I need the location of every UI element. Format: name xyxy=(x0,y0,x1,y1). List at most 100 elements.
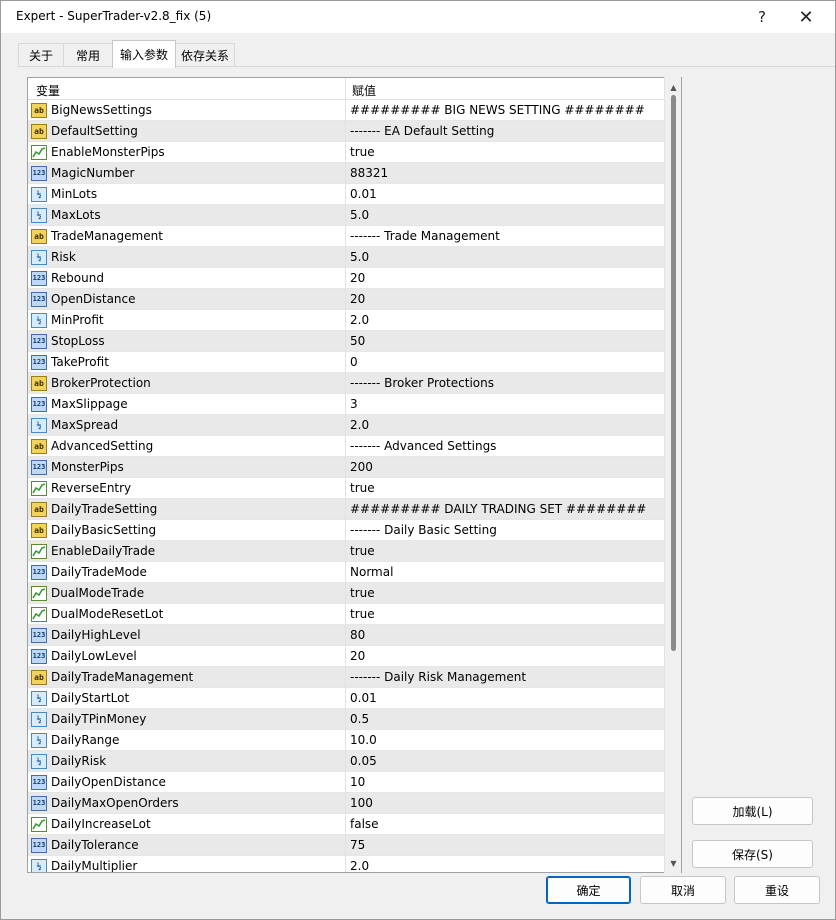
parameter-row[interactable]: ½ MaxSpread 2.0 xyxy=(28,415,665,436)
parameter-value[interactable]: 2.0 xyxy=(350,859,369,872)
parameter-row[interactable]: DualModeTrade true xyxy=(28,583,665,604)
parameter-value[interactable]: 0.01 xyxy=(350,691,377,705)
column-divider[interactable] xyxy=(345,78,346,100)
parameter-value[interactable]: ------- Trade Management xyxy=(350,229,500,243)
parameter-row[interactable]: 123 MagicNumber 88321 xyxy=(28,163,665,184)
parameter-value[interactable]: 5.0 xyxy=(350,250,369,264)
parameter-value[interactable]: 100 xyxy=(350,796,373,810)
tab-inputs[interactable]: 输入参数 xyxy=(112,40,176,68)
parameter-value[interactable]: ------- Broker Protections xyxy=(350,376,494,390)
parameter-value[interactable]: 20 xyxy=(350,292,365,306)
parameter-row[interactable]: ab AdvancedSetting ------- Advanced Settin… xyxy=(28,436,665,457)
parameter-row[interactable]: DailyIncreaseLot false xyxy=(28,814,665,835)
close-button[interactable]: ✕ xyxy=(783,1,829,33)
parameter-row[interactable]: ½ MaxLots 5.0 xyxy=(28,205,665,226)
parameter-row[interactable]: ½ MinProfit 2.0 xyxy=(28,310,665,331)
parameter-value[interactable]: true xyxy=(350,607,375,621)
parameter-row[interactable]: EnableDailyTrade true xyxy=(28,541,665,562)
help-icon: ? xyxy=(758,8,766,26)
parameter-value[interactable]: ------- EA Default Setting xyxy=(350,124,494,138)
parameter-value[interactable]: 0.05 xyxy=(350,754,377,768)
parameter-row[interactable]: 123 MonsterPips 200 xyxy=(28,457,665,478)
parameter-row[interactable]: ½ DailyTPinMoney 0.5 xyxy=(28,709,665,730)
parameter-row[interactable]: 123 DailyMaxOpenOrders 100 xyxy=(28,793,665,814)
parameter-value[interactable]: 20 xyxy=(350,649,365,663)
parameter-row[interactable]: ab DailyTradeManagement ------- Daily Risk… xyxy=(28,667,665,688)
tab-about[interactable]: 关于 xyxy=(18,43,64,67)
parameter-row[interactable]: ½ DailyRisk 0.05 xyxy=(28,751,665,772)
parameter-value[interactable]: 20 xyxy=(350,271,365,285)
parameter-row[interactable]: 123 OpenDistance 20 xyxy=(28,289,665,310)
parameter-value[interactable]: 0.01 xyxy=(350,187,377,201)
grid-vertical-scrollbar[interactable]: ▲ ▼ xyxy=(664,77,681,873)
parameter-row[interactable]: ab TradeManagement ------- Trade Managemen… xyxy=(28,226,665,247)
parameter-value[interactable]: true xyxy=(350,544,375,558)
parameter-row[interactable]: EnableMonsterPips true xyxy=(28,142,665,163)
cancel-button[interactable]: 取消 xyxy=(640,876,726,904)
parameter-value[interactable]: 80 xyxy=(350,628,365,642)
reset-button[interactable]: 重设 xyxy=(734,876,820,904)
parameter-value[interactable]: 0.5 xyxy=(350,712,369,726)
parameter-value[interactable]: 2.0 xyxy=(350,418,369,432)
tab-common[interactable]: 常用 xyxy=(63,43,113,67)
parameter-value[interactable]: Normal xyxy=(350,565,393,579)
parameter-row[interactable]: 123 DailyTolerance 75 xyxy=(28,835,665,856)
column-divider xyxy=(345,751,346,772)
parameter-value[interactable]: ######### BIG NEWS SETTING ######## xyxy=(350,103,645,117)
parameter-value[interactable]: true xyxy=(350,586,375,600)
bool-param-icon xyxy=(31,607,47,622)
parameter-value[interactable]: true xyxy=(350,481,375,495)
parameter-value[interactable]: 200 xyxy=(350,460,373,474)
parameter-row[interactable]: ab BigNewsSettings ######### BIG NEWS SETT… xyxy=(28,100,665,121)
parameter-row[interactable]: 123 DailyOpenDistance 10 xyxy=(28,772,665,793)
parameter-value[interactable]: 2.0 xyxy=(350,313,369,327)
parameter-row[interactable]: DualModeResetLot true xyxy=(28,604,665,625)
scrollbar-thumb[interactable] xyxy=(671,95,676,651)
column-divider xyxy=(345,646,346,667)
parameter-value[interactable]: 10.0 xyxy=(350,733,377,747)
parameter-row[interactable]: ½ MinLots 0.01 xyxy=(28,184,665,205)
parameter-value[interactable]: 3 xyxy=(350,397,358,411)
parameter-value[interactable]: 10 xyxy=(350,775,365,789)
parameter-row[interactable]: 123 StopLoss 50 xyxy=(28,331,665,352)
parameter-value[interactable]: ------- Advanced Settings xyxy=(350,439,496,453)
column-header-variable[interactable]: 变量 xyxy=(36,82,60,99)
parameter-value[interactable]: ------- Daily Risk Management xyxy=(350,670,526,684)
parameter-value[interactable]: 0 xyxy=(350,355,358,369)
parameter-row[interactable]: 123 MaxSlippage 3 xyxy=(28,394,665,415)
parameter-row[interactable]: ab DailyBasicSetting ------- Daily Basic S… xyxy=(28,520,665,541)
parameter-value[interactable]: 88321 xyxy=(350,166,388,180)
parameter-row[interactable]: ½ DailyMultiplier 2.0 xyxy=(28,856,665,872)
parameter-row[interactable]: 123 TakeProfit 0 xyxy=(28,352,665,373)
column-header-value[interactable]: 赋值 xyxy=(352,82,376,99)
scroll-up-icon[interactable]: ▲ xyxy=(665,79,682,95)
scroll-down-icon[interactable]: ▼ xyxy=(665,855,682,871)
parameter-value[interactable]: 50 xyxy=(350,334,365,348)
parameter-row[interactable]: 123 DailyHighLevel 80 xyxy=(28,625,665,646)
parameter-row[interactable]: ½ Risk 5.0 xyxy=(28,247,665,268)
parameter-row[interactable]: ab DefaultSetting ------- EA Default Setti… xyxy=(28,121,665,142)
parameter-row[interactable]: ab DailyTradeSetting ######### DAILY TRADI… xyxy=(28,499,665,520)
parameter-value[interactable]: 5.0 xyxy=(350,208,369,222)
tab-dependencies[interactable]: 依存关系 xyxy=(175,43,235,67)
parameter-value[interactable]: ######### DAILY TRADING SET ######## xyxy=(350,502,646,516)
parameter-row[interactable]: ½ DailyStartLot 0.01 xyxy=(28,688,665,709)
parameter-row[interactable]: ReverseEntry true xyxy=(28,478,665,499)
bool-param-icon xyxy=(31,145,47,160)
parameter-name: MaxLots xyxy=(51,208,101,222)
parameter-value[interactable]: ------- Daily Basic Setting xyxy=(350,523,497,537)
parameter-value[interactable]: false xyxy=(350,817,379,831)
parameter-name: DailyTradeMode xyxy=(51,565,147,579)
save-button[interactable]: 保存(S) xyxy=(692,840,813,868)
parameter-row[interactable]: ab BrokerProtection ------- Broker Protect… xyxy=(28,373,665,394)
parameter-row[interactable]: 123 Rebound 20 xyxy=(28,268,665,289)
parameter-value[interactable]: true xyxy=(350,145,375,159)
parameter-row[interactable]: 123 DailyLowLevel 20 xyxy=(28,646,665,667)
ok-button[interactable]: 确定 xyxy=(546,876,631,904)
column-divider xyxy=(345,142,346,163)
parameter-value[interactable]: 75 xyxy=(350,838,365,852)
parameter-row[interactable]: 123 DailyTradeMode Normal xyxy=(28,562,665,583)
help-button[interactable]: ? xyxy=(739,1,785,33)
parameter-row[interactable]: ½ DailyRange 10.0 xyxy=(28,730,665,751)
load-button[interactable]: 加载(L) xyxy=(692,797,813,825)
